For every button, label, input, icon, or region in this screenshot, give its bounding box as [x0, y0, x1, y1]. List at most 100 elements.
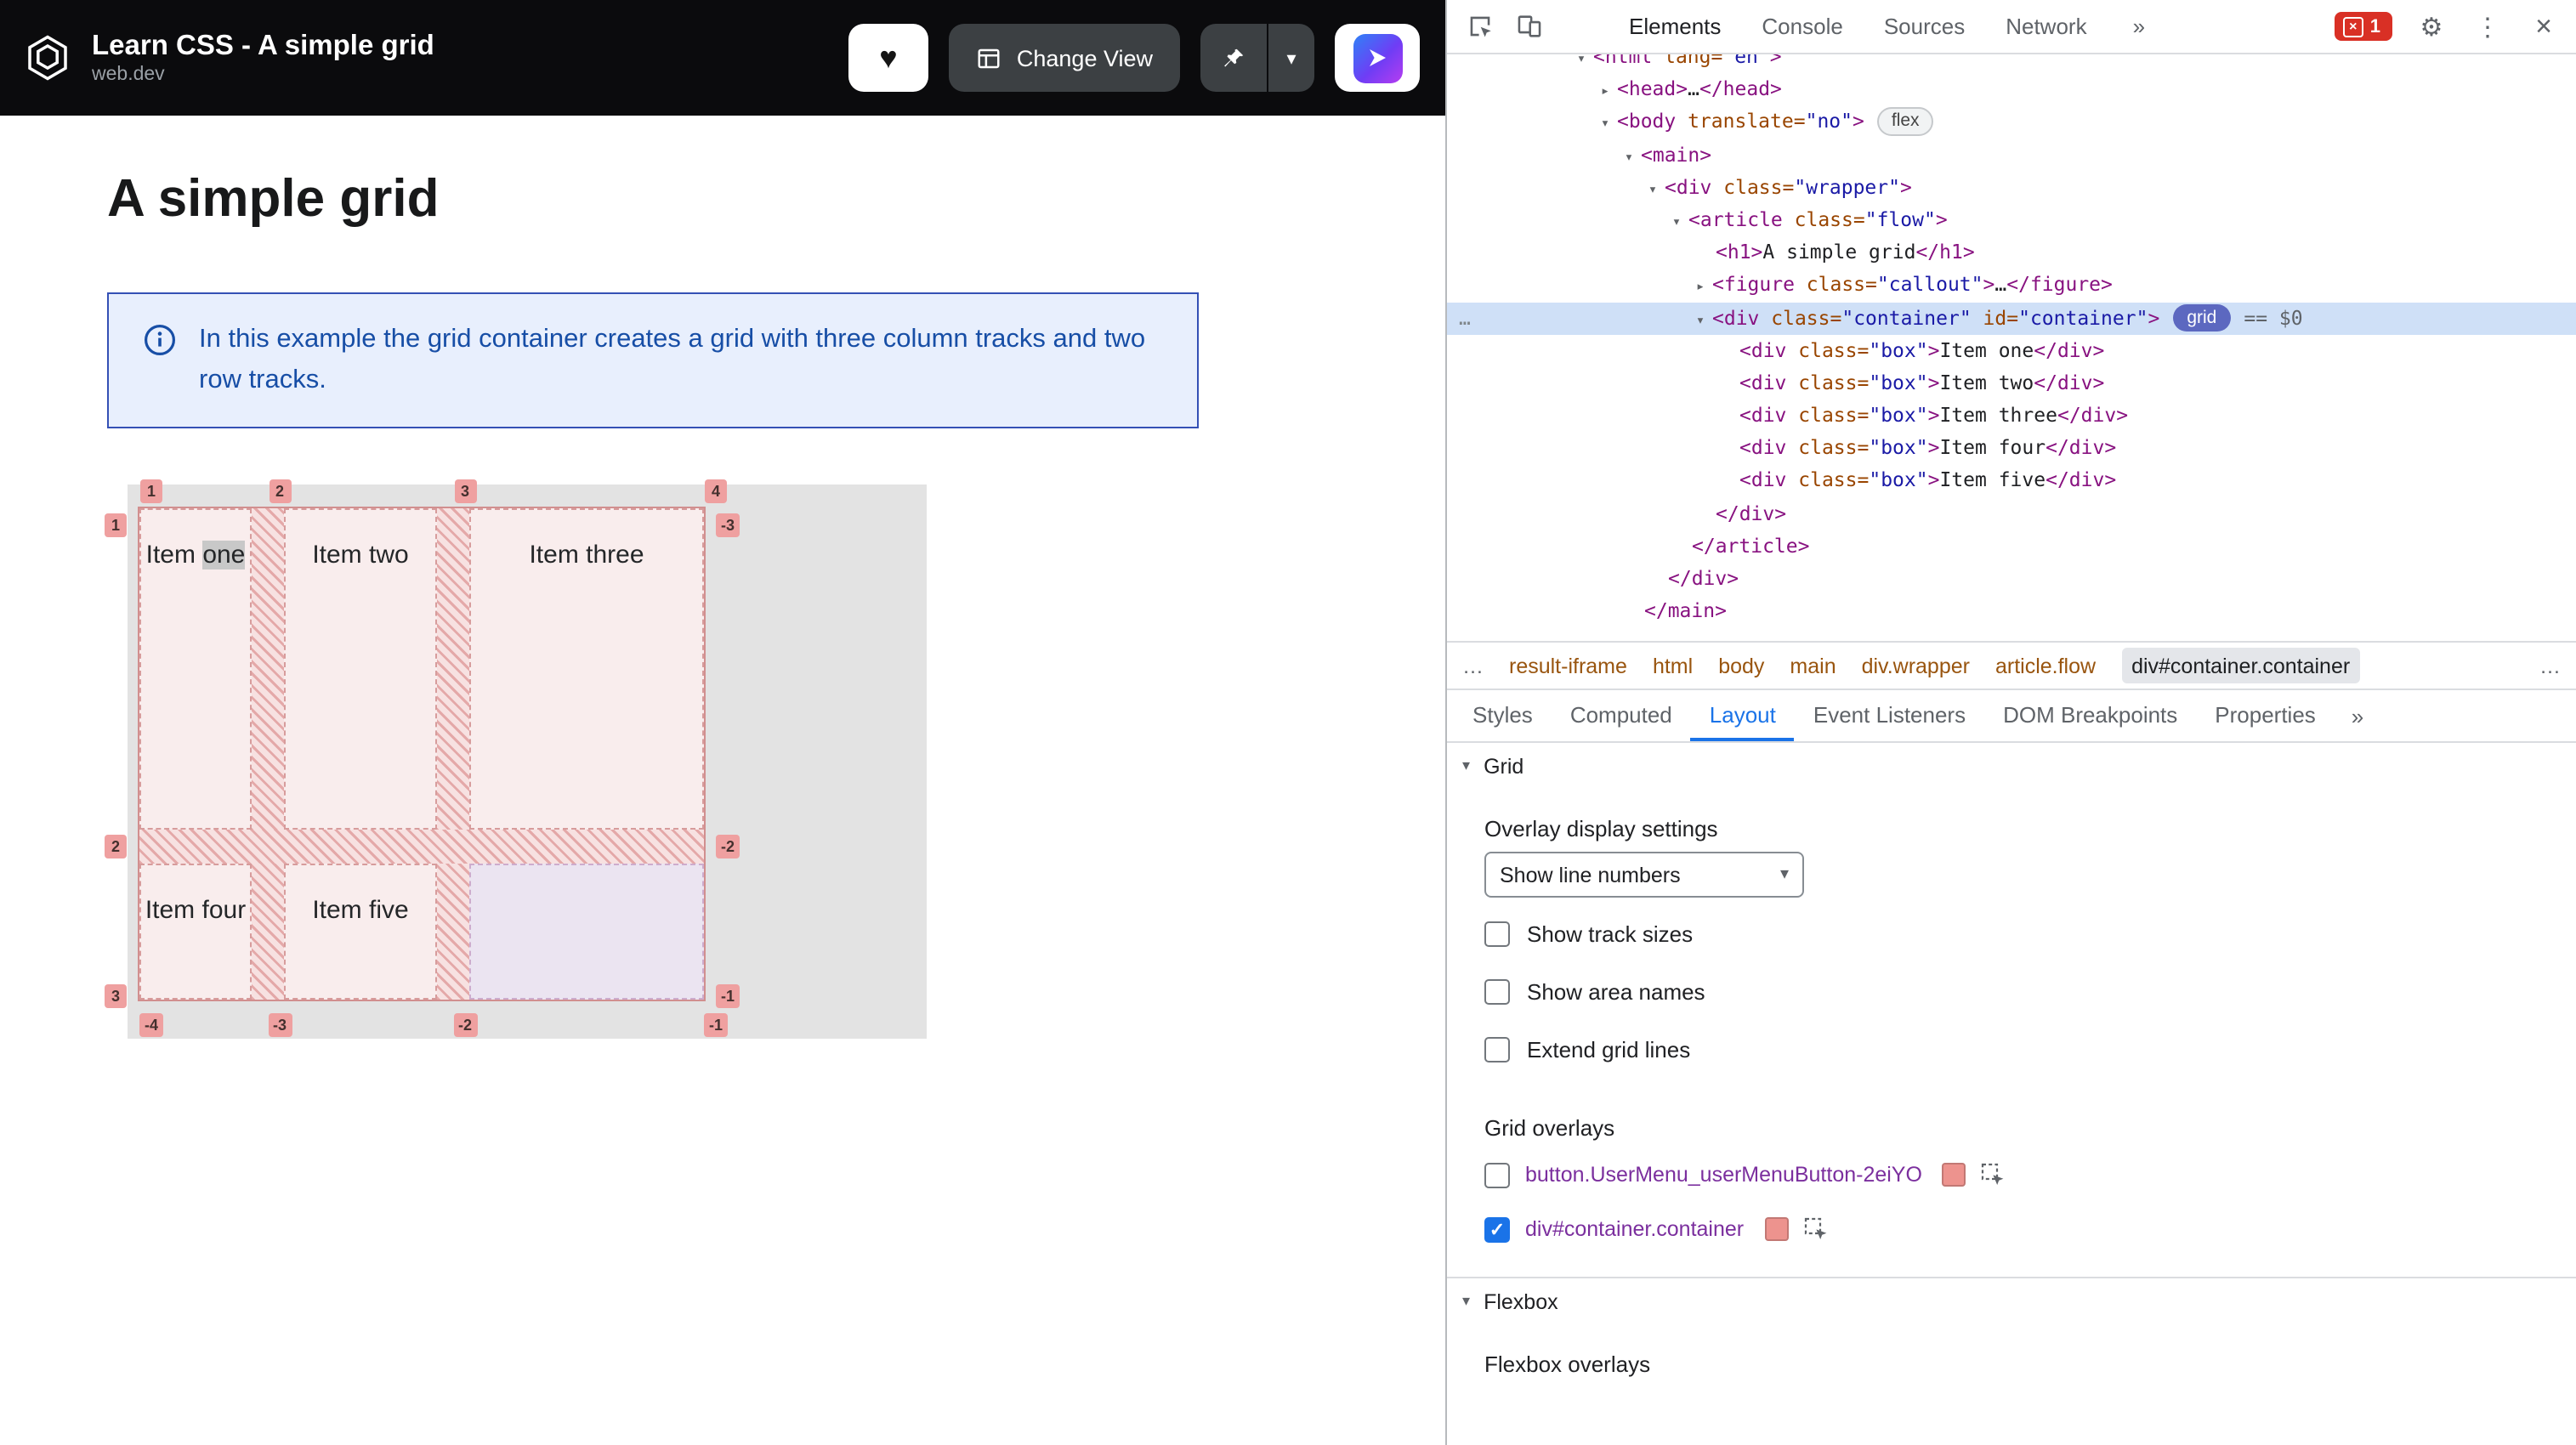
error-count-badge[interactable]: × 1	[2334, 12, 2392, 41]
breadcrumb-item[interactable]: div.wrapper	[1862, 654, 1970, 677]
site-title-group: Learn CSS - A simple grid web.dev	[92, 29, 434, 87]
inspect-element-icon[interactable]	[1462, 9, 1496, 43]
grid-gap-hatch	[437, 508, 469, 1000]
breadcrumb-item[interactable]: div#container.container	[2121, 648, 2361, 683]
dom-tree-line[interactable]: <div class="box">Item four</div>	[1447, 433, 2576, 465]
select-element-icon[interactable]	[1803, 1217, 1827, 1241]
flex-badge[interactable]: flex	[1877, 106, 1933, 136]
breadcrumb-item[interactable]: html	[1653, 654, 1693, 677]
error-count: 1	[2369, 16, 2380, 37]
webdev-logo-icon[interactable]	[24, 34, 71, 82]
dom-tree-line[interactable]: <h1>A simple grid</h1>	[1447, 236, 2576, 269]
breadcrumb-overflow[interactable]: …	[2539, 654, 2561, 677]
grid-line-number: -4	[139, 1013, 164, 1037]
tab-properties[interactable]: Properties	[2196, 690, 2335, 741]
sidebar-tab-bar: Styles Computed Layout Event Listeners DOM B…	[1447, 688, 2576, 743]
expand-arrow-open-icon[interactable]: ▾	[1665, 207, 1688, 240]
dom-tree-line[interactable]: <div class="box">Item five</div>	[1447, 465, 2576, 497]
grid-line-number: -1	[715, 984, 740, 1008]
error-icon: ×	[2342, 16, 2363, 37]
option-row: Show area names	[1484, 962, 2576, 1020]
tab-computed[interactable]: Computed	[1552, 690, 1691, 741]
pin-button[interactable]	[1200, 24, 1267, 92]
dom-tree-line[interactable]: <div class="box">Item one</div>	[1447, 334, 2576, 366]
grid-line-number: -2	[715, 835, 740, 858]
dom-tree-line[interactable]: ▾ <main>	[1447, 139, 2576, 171]
more-tabs-icon[interactable]: »	[2123, 14, 2155, 39]
checkbox-unchecked[interactable]	[1484, 1162, 1510, 1187]
line-numbers-select[interactable]: Show line numbers ▾	[1484, 852, 1804, 898]
dom-tree-line[interactable]: </div>	[1447, 563, 2576, 595]
device-toolbar-icon[interactable]	[1512, 9, 1546, 43]
expand-arrow-open-icon[interactable]: ▾	[1593, 110, 1617, 142]
devtools-tab-sources[interactable]: Sources	[1864, 0, 1985, 53]
close-devtools-icon[interactable]: ×	[2527, 9, 2561, 43]
select-element-icon[interactable]	[1982, 1163, 2006, 1187]
dom-tree-line[interactable]: ▸ <head>…</head>	[1447, 73, 2576, 105]
tab-dom-breakpoints[interactable]: DOM Breakpoints	[1984, 690, 2196, 741]
grid-section-header[interactable]: ▾ Grid	[1447, 743, 2576, 789]
dom-tree-line[interactable]: ▾ <body translate="no"> flex	[1447, 106, 2576, 139]
dom-tree-line[interactable]: </main>	[1447, 595, 2576, 627]
grid-badge[interactable]: grid	[2173, 304, 2231, 332]
dom-tree-line[interactable]: … ▾ <div class="container" id="container">…	[1447, 302, 2576, 337]
kebab-menu-icon[interactable]: ⋮	[2471, 9, 2505, 43]
overlay-color-swatch[interactable]	[1942, 1163, 1966, 1187]
checkbox-checked[interactable]: ✓	[1484, 1216, 1510, 1242]
change-view-button[interactable]: Change View	[948, 24, 1180, 92]
tab-styles[interactable]: Styles	[1454, 690, 1552, 741]
breadcrumb-item[interactable]: body	[1718, 654, 1764, 677]
grid-line-number: 3	[105, 984, 127, 1008]
breadcrumb-item[interactable]: main	[1790, 654, 1836, 677]
checkbox-unchecked[interactable]	[1484, 1036, 1510, 1062]
dom-tree-line[interactable]: </article>	[1447, 530, 2576, 563]
expand-arrow-closed-icon[interactable]: ▸	[1593, 76, 1617, 109]
screenshot-stage: Learn CSS - A simple grid web.dev ♥ Chan…	[0, 0, 2576, 1445]
remix-button[interactable]	[1335, 24, 1420, 92]
checkbox-unchecked[interactable]	[1484, 921, 1510, 946]
grid-line-number: 1	[105, 513, 127, 537]
dom-tree-line[interactable]: </div>	[1447, 497, 2576, 530]
flexbox-section-header[interactable]: ▾ Flexbox	[1447, 1278, 2576, 1324]
more-tabs-icon[interactable]: »	[2338, 690, 2377, 741]
devtools-tab-network[interactable]: Network	[1985, 0, 2107, 53]
dom-tree-line[interactable]: <div class="box">Item three</div>	[1447, 400, 2576, 432]
favorite-button[interactable]: ♥	[848, 24, 928, 92]
dom-tree-line[interactable]: ▾ <article class="flow">	[1447, 204, 2576, 236]
expand-arrow-closed-icon[interactable]: ▸	[1688, 273, 1712, 305]
elements-tree-panel[interactable]: ▾ <html lang="en"> ▸ <head>…</head> ▾ <body t…	[1447, 54, 2576, 641]
row-menu-ellipsis[interactable]: …	[1459, 302, 1472, 334]
dom-tree-line[interactable]: <div class="box">Item two</div>	[1447, 367, 2576, 400]
dom-tree-line[interactable]: ▾ <div class="wrapper">	[1447, 172, 2576, 204]
site-name: web.dev	[92, 65, 165, 85]
grid-overlays-label: Grid overlays	[1484, 1115, 1615, 1141]
expand-arrow-open-icon[interactable]: ▾	[1688, 305, 1712, 337]
expand-arrow-open-icon[interactable]: ▾	[1641, 175, 1665, 207]
dom-tree-line[interactable]: ▸ <figure class="callout">…</figure>	[1447, 269, 2576, 302]
dom-tree: ▾ <html lang="en"> ▸ <head>…</head> ▾ <body t…	[1447, 54, 2576, 628]
info-icon	[143, 323, 177, 401]
triangle-down-icon: ▾	[1462, 1292, 1471, 1309]
page-content: A simple grid In this example the grid c…	[0, 167, 1445, 1039]
settings-gear-icon[interactable]: ⚙	[2414, 9, 2448, 43]
option-row: Show track sizes	[1484, 904, 2576, 962]
option-label: Show track sizes	[1527, 921, 1694, 946]
pin-dropdown-button[interactable]: ▾	[1268, 24, 1314, 92]
devtools-tab-elements[interactable]: Elements	[1609, 0, 1741, 53]
checkbox-unchecked[interactable]	[1484, 978, 1510, 1004]
tab-event-listeners[interactable]: Event Listeners	[1795, 690, 1984, 741]
breadcrumb-item[interactable]: article.flow	[1995, 654, 2096, 677]
tab-layout[interactable]: Layout	[1690, 690, 1795, 741]
change-view-label: Change View	[1016, 45, 1153, 71]
expand-arrow-open-icon[interactable]: ▾	[1617, 142, 1641, 174]
breadcrumb-overflow[interactable]: …	[1462, 654, 1484, 677]
browser-page: Learn CSS - A simple grid web.dev ♥ Chan…	[0, 0, 1445, 1445]
breadcrumb-item[interactable]: result-iframe	[1509, 654, 1627, 677]
overlay-color-swatch[interactable]	[1764, 1217, 1789, 1241]
devtools-tab-console[interactable]: Console	[1741, 0, 1863, 53]
dom-tree-line[interactable]: ▾ <html lang="en">	[1447, 54, 2576, 73]
overlay-element-label[interactable]: button.UserMenu_userMenuButton-2eiYO	[1525, 1163, 1922, 1187]
grid-section-label: Grid	[1484, 754, 1524, 778]
overlay-element-label[interactable]: div#container.container	[1525, 1217, 1744, 1241]
overlay-settings-label: Overlay display settings	[1484, 816, 1718, 842]
